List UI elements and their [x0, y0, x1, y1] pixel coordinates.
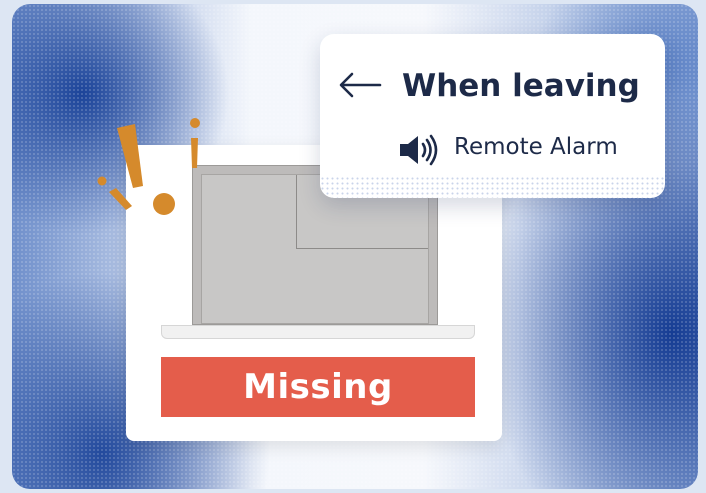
when-leaving-popup: When leaving Remote Alarm — [320, 34, 665, 198]
speaker-volume-icon — [400, 134, 438, 166]
popup-title: When leaving — [402, 68, 640, 104]
popup-texture — [320, 176, 665, 198]
status-badge-missing: Missing — [161, 357, 475, 417]
arrow-left-icon[interactable] — [338, 72, 382, 98]
laptop-base — [161, 325, 475, 339]
status-badge-label: Missing — [243, 367, 393, 407]
exclamation-alert-icon — [97, 118, 200, 215]
remote-alarm-label[interactable]: Remote Alarm — [454, 134, 618, 160]
